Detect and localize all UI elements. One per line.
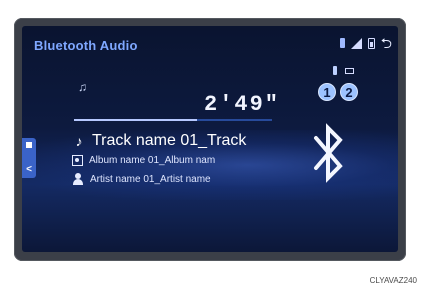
bluetooth-icon <box>339 38 345 48</box>
device-1-button[interactable]: 1 <box>318 83 336 101</box>
audio-screen: Bluetooth Audio ⮌ 1 2 ♫ 2'49" ♪ Track na… <box>22 26 398 252</box>
elapsed-time: 2'49" <box>204 92 281 117</box>
device-2-button[interactable]: 2 <box>340 83 358 101</box>
track-name: Track name 01_Track <box>92 132 247 149</box>
status-bar: ⮌ <box>339 36 392 50</box>
progress-bar[interactable] <box>74 119 272 121</box>
bluetooth-large-icon <box>314 123 343 183</box>
signal-icon <box>350 37 362 49</box>
track-note-icon: ♪ <box>75 133 83 149</box>
phone-2-icon <box>345 67 354 74</box>
screen-title: Bluetooth Audio <box>34 38 138 53</box>
phone-icon <box>333 66 337 75</box>
artist-icon <box>72 173 84 185</box>
device-selector: 1 2 <box>318 83 358 101</box>
artist-row: Artist name 01_Artist name <box>72 173 211 185</box>
album-icon <box>72 155 83 166</box>
progress-fill <box>74 119 197 121</box>
back-icon[interactable]: ⮌ <box>381 36 392 50</box>
battery-icon <box>367 37 375 49</box>
figure-caption: CLYAVAZ240 <box>369 276 417 285</box>
chevron-left-icon: < <box>26 164 32 175</box>
menu-square-icon <box>26 142 32 148</box>
side-menu-tab[interactable]: < <box>22 138 36 178</box>
phone-indicators <box>333 66 354 75</box>
artist-name: Artist name 01_Artist name <box>90 173 211 185</box>
album-name: Album name 01_Album nam <box>89 155 216 166</box>
track-row: ♪ Track name 01_Track <box>72 132 247 150</box>
album-row: Album name 01_Album nam <box>72 155 215 166</box>
music-note-icon: ♫ <box>78 80 87 94</box>
